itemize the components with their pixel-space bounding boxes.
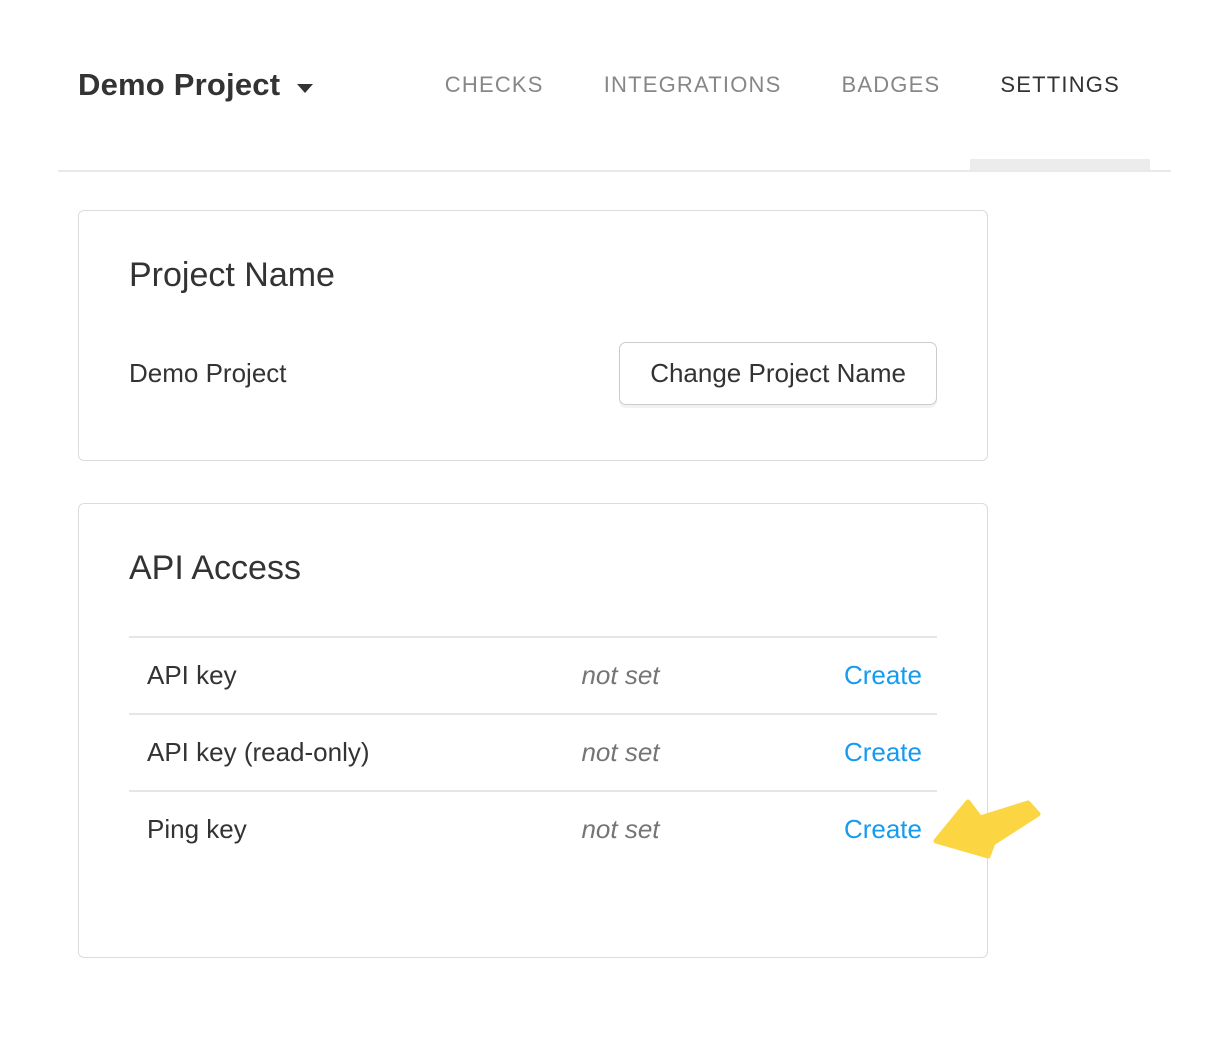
api-access-card-title: API Access: [129, 548, 937, 589]
api-key-read-only-value: not set: [581, 737, 791, 768]
chevron-down-icon: [297, 84, 313, 93]
table-row-ping-key: Ping key not set Create: [129, 792, 937, 867]
nav-tabs: CHECKS INTEGRATIONS BADGES SETTINGS: [415, 0, 1150, 170]
tab-checks-label: CHECKS: [445, 72, 544, 98]
table-row-api-key: API key not set Create: [129, 636, 937, 715]
change-project-name-button[interactable]: Change Project Name: [619, 342, 937, 405]
tab-badges-label: BADGES: [841, 72, 940, 98]
tab-badges[interactable]: BADGES: [811, 0, 970, 170]
active-tab-indicator: [970, 159, 1150, 170]
api-key-label: API key: [129, 660, 581, 691]
ping-key-value: not set: [581, 814, 791, 845]
project-name-title: Demo Project: [78, 67, 280, 103]
settings-page: Demo Project CHECKS INTEGRATIONS BADGES …: [0, 0, 1220, 1059]
project-name-row: Demo Project Change Project Name: [129, 342, 937, 405]
api-key-create-link[interactable]: Create: [844, 660, 922, 690]
tab-settings-label: SETTINGS: [1000, 72, 1120, 98]
tab-checks[interactable]: CHECKS: [415, 0, 574, 170]
page-wrapper: Demo Project CHECKS INTEGRATIONS BADGES …: [0, 0, 1220, 958]
api-keys-table: API key not set Create API key (read-onl…: [129, 636, 937, 867]
ping-key-create-link[interactable]: Create: [844, 814, 922, 844]
tab-integrations-label: INTEGRATIONS: [604, 72, 782, 98]
api-access-card: API Access API key not set Create API ke…: [78, 503, 988, 958]
api-key-value: not set: [581, 660, 791, 691]
project-name-card-title: Project Name: [129, 255, 937, 296]
settings-content: Project Name Demo Project Change Project…: [58, 172, 1171, 958]
api-key-read-only-label: API key (read-only): [129, 737, 581, 768]
table-row-api-key-read-only: API key (read-only) not set Create: [129, 715, 937, 792]
top-navigation-bar: Demo Project CHECKS INTEGRATIONS BADGES …: [58, 0, 1171, 172]
current-project-name: Demo Project: [129, 358, 287, 389]
ping-key-label: Ping key: [129, 814, 581, 845]
project-selector-dropdown[interactable]: Demo Project: [78, 0, 313, 170]
tab-integrations[interactable]: INTEGRATIONS: [574, 0, 812, 170]
project-name-card: Project Name Demo Project Change Project…: [78, 210, 988, 461]
tab-settings[interactable]: SETTINGS: [970, 0, 1150, 170]
api-key-read-only-create-link[interactable]: Create: [844, 737, 922, 767]
